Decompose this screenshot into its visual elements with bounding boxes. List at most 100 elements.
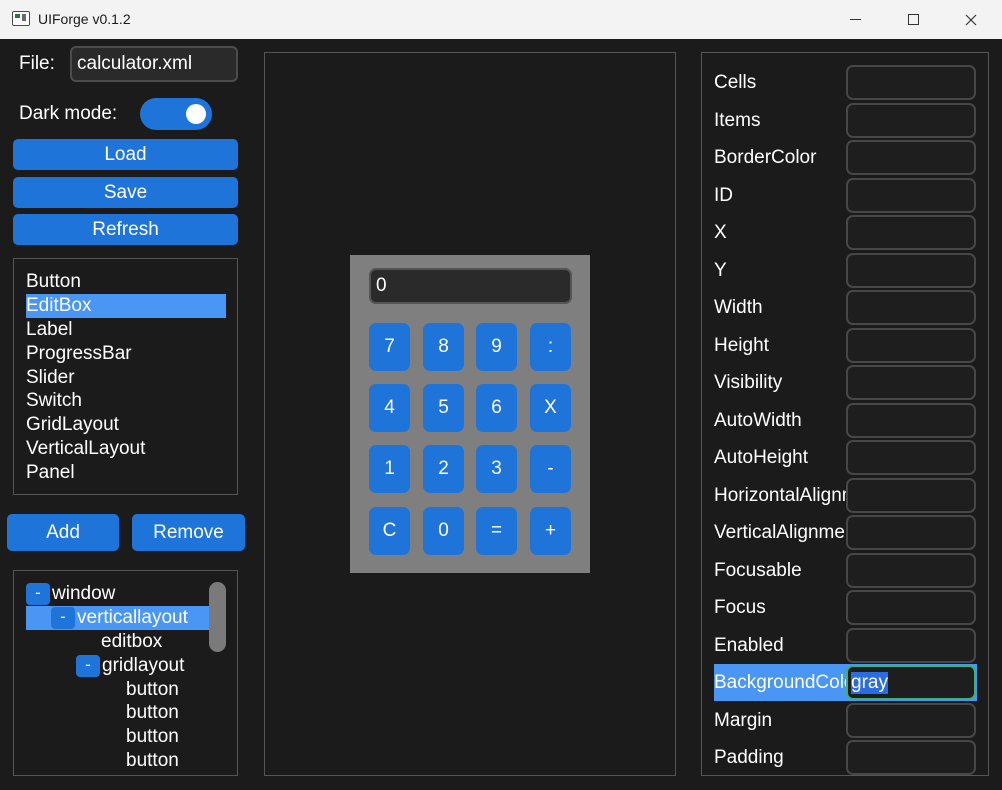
list-item[interactable]: Label	[26, 318, 226, 342]
key-3[interactable]: 3	[476, 445, 517, 493]
tree-node-button[interactable]: button	[126, 701, 179, 725]
load-button[interactable]: Load	[13, 139, 238, 170]
collapse-toggle[interactable]: -	[51, 607, 75, 629]
prop-label-id: ID	[714, 185, 733, 206]
prop-field-bordercolor[interactable]	[846, 140, 976, 175]
tree-node-label: gridlayout	[102, 655, 185, 676]
design-canvas[interactable]: 0 7 8 9 : 4 5 6 X 1 2 3 - C 0 = +	[264, 52, 676, 776]
prop-label-width: Width	[714, 297, 763, 318]
prop-field-autoheight[interactable]	[846, 440, 976, 475]
tree-node-editbox[interactable]: editbox	[101, 630, 162, 654]
list-item-selected[interactable]: EditBox	[26, 294, 226, 318]
tree-scrollbar[interactable]	[209, 582, 226, 652]
list-item[interactable]: Button	[26, 270, 226, 294]
prop-field-backgroundcolor[interactable]: gray	[846, 665, 976, 700]
prop-label-enabled: Enabled	[714, 635, 784, 656]
prop-field-visibility[interactable]	[846, 365, 976, 400]
key-plus[interactable]: +	[530, 507, 571, 555]
prop-field-autowidth[interactable]	[846, 403, 976, 438]
key-0[interactable]: 0	[423, 507, 464, 555]
key-minus[interactable]: -	[530, 445, 571, 493]
prop-label-focus: Focus	[714, 597, 766, 618]
prop-field-padding[interactable]	[846, 740, 976, 775]
tree-node-label: window	[52, 583, 116, 604]
prop-field-margin[interactable]	[846, 703, 976, 738]
widget-list[interactable]: Button EditBox Label ProgressBar Slider …	[13, 258, 238, 495]
prop-label-x: X	[714, 222, 727, 243]
tree-node-button[interactable]: button	[126, 725, 179, 749]
prop-label-cells: Cells	[714, 72, 757, 93]
widget-tree[interactable]: - window - verticallayout editbox - gridlay…	[13, 570, 238, 776]
key-8[interactable]: 8	[423, 323, 464, 371]
file-input[interactable]: calculator.xml	[70, 46, 238, 82]
prop-field-width[interactable]	[846, 290, 976, 325]
key-6[interactable]: 6	[476, 384, 517, 432]
prop-label-height: Height	[714, 335, 769, 356]
minimize-button[interactable]	[826, 0, 884, 39]
key-clear[interactable]: C	[369, 507, 410, 555]
prop-label-bordercolor: BorderColor	[714, 147, 817, 168]
key-9[interactable]: 9	[476, 323, 517, 371]
tree-node-label: verticallayout	[77, 607, 188, 628]
dark-mode-switch[interactable]	[140, 98, 212, 130]
key-equals[interactable]: =	[476, 507, 517, 555]
prop-field-items[interactable]	[846, 103, 976, 138]
prop-field-enabled[interactable]	[846, 628, 976, 663]
prop-field-focusable[interactable]	[846, 553, 976, 588]
list-item[interactable]: Slider	[26, 366, 226, 390]
prop-label-autoheight: AutoHeight	[714, 447, 809, 468]
key-multiply[interactable]: X	[530, 384, 571, 432]
prop-field-x[interactable]	[846, 215, 976, 250]
refresh-button[interactable]: Refresh	[13, 214, 238, 245]
key-divide[interactable]: :	[530, 323, 571, 371]
prop-field-horizontalalignment[interactable]	[846, 478, 976, 513]
add-button[interactable]: Add	[7, 514, 119, 551]
calculator-preview[interactable]: 0 7 8 9 : 4 5 6 X 1 2 3 - C 0 = +	[350, 255, 590, 573]
remove-button[interactable]: Remove	[132, 514, 245, 551]
key-5[interactable]: 5	[423, 384, 464, 432]
prop-label-autowidth: AutoWidth	[714, 410, 802, 431]
maximize-button[interactable]	[884, 0, 942, 39]
list-item[interactable]: Panel	[26, 461, 226, 485]
key-7[interactable]: 7	[369, 323, 410, 371]
title-bar: UIForge v0.1.2	[0, 0, 1002, 39]
key-2[interactable]: 2	[423, 445, 464, 493]
prop-field-id[interactable]	[846, 178, 976, 213]
tree-node-window[interactable]: - window	[26, 582, 115, 606]
prop-label-horizontalalignment: HorizontalAlignment	[714, 485, 846, 506]
close-icon	[965, 14, 977, 25]
switch-knob	[186, 104, 206, 124]
client-area: File: calculator.xml Dark mode: Load Sav…	[0, 39, 1002, 790]
properties-panel[interactable]: Cells Items BorderColor ID X Y Width Hei…	[701, 52, 989, 776]
calculator-display[interactable]: 0	[369, 268, 572, 304]
tree-node-gridlayout[interactable]: - gridlayout	[76, 654, 184, 678]
key-1[interactable]: 1	[369, 445, 410, 493]
minimize-icon	[849, 19, 861, 20]
tree-node-verticallayout[interactable]: - verticallayout	[26, 606, 226, 630]
prop-label-verticalalignment: VerticalAlignment	[714, 522, 846, 543]
list-item[interactable]: GridLayout	[26, 413, 226, 437]
maximize-icon	[907, 14, 919, 25]
list-item[interactable]: ProgressBar	[26, 342, 226, 366]
prop-field-verticalalignment[interactable]	[846, 515, 976, 550]
window-title: UIForge v0.1.2	[38, 11, 131, 27]
prop-label-items: Items	[714, 110, 761, 131]
tree-node-button[interactable]: button	[126, 749, 179, 773]
prop-field-y[interactable]	[846, 253, 976, 288]
prop-field-cells[interactable]	[846, 65, 976, 100]
prop-label-backgroundcolor: BackgroundColor	[714, 672, 846, 693]
list-item[interactable]: VerticalLayout	[26, 437, 226, 461]
selected-text: gray	[851, 671, 888, 694]
key-4[interactable]: 4	[369, 384, 410, 432]
app-icon	[12, 11, 30, 26]
collapse-toggle[interactable]: -	[26, 583, 50, 605]
collapse-toggle[interactable]: -	[76, 655, 100, 677]
prop-field-focus[interactable]	[846, 590, 976, 625]
close-button[interactable]	[942, 0, 1000, 39]
prop-label-padding: Padding	[714, 747, 784, 768]
tree-node-button[interactable]: button	[126, 678, 179, 702]
save-button[interactable]: Save	[13, 177, 238, 208]
prop-label-y: Y	[714, 260, 727, 281]
list-item[interactable]: Switch	[26, 389, 226, 413]
prop-field-height[interactable]	[846, 328, 976, 363]
